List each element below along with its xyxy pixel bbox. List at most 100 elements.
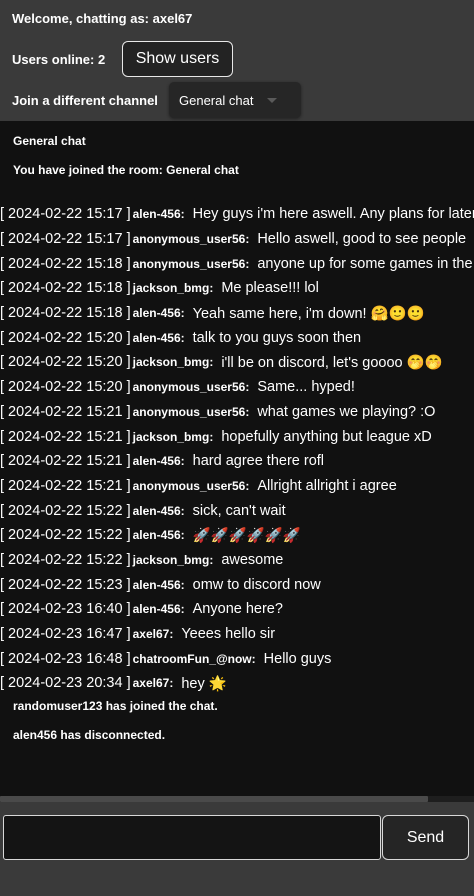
message-separator: :	[209, 281, 214, 296]
message-text: hey 🌟	[181, 675, 227, 692]
message-timestamp: [ 2024-02-22 15:23 ]	[0, 576, 131, 593]
message-row: [ 2024-02-22 15:17 ] alen-456: Hey guys i'…	[0, 202, 474, 227]
message-text: anyone up for some games in the	[257, 255, 473, 272]
message-input[interactable]	[3, 815, 381, 860]
message-timestamp: [ 2024-02-22 15:22 ]	[0, 527, 131, 544]
welcome-text: Welcome, chatting as: axel67	[12, 11, 193, 26]
message-timestamp: [ 2024-02-23 16:48 ]	[0, 650, 131, 667]
message-timestamp: [ 2024-02-22 15:20 ]	[0, 379, 131, 396]
chevron-down-icon	[267, 98, 277, 103]
message-timestamp: [ 2024-02-22 15:21 ]	[0, 403, 131, 420]
message-username: jackson_bmg	[132, 355, 210, 370]
message-row: [ 2024-02-22 15:20 ] alen-456: talk to you…	[0, 325, 474, 350]
message-username: alen-456	[132, 577, 181, 592]
message-row: [ 2024-02-22 15:22 ] jackson_bmg: awesome	[0, 548, 474, 573]
message-username: axel67	[132, 627, 170, 642]
message-row: [ 2024-02-22 15:21 ] anonymous_user56: All…	[0, 474, 474, 499]
message-separator: :	[180, 528, 185, 543]
message-row: [ 2024-02-22 15:20 ] jackson_bmg: i'll be …	[0, 350, 474, 375]
message-username: anonymous_user56	[132, 478, 246, 493]
message-username: jackson_bmg	[132, 429, 210, 444]
message-username: chatroomFun_@now	[132, 651, 252, 666]
message-text: talk to you guys soon then	[192, 329, 362, 346]
message-text: Hey guys i'm here aswell. Any plans for …	[192, 206, 474, 223]
message-username: alen-456	[132, 602, 181, 617]
message-row: [ 2024-02-22 15:22 ] alen-456: 🚀🚀🚀🚀🚀🚀	[0, 523, 474, 548]
message-row: [ 2024-02-22 15:22 ] alen-456: sick, can't…	[0, 498, 474, 523]
message-username: alen-456	[132, 207, 181, 222]
message-row: [ 2024-02-22 15:18 ] alen-456: Yeah same h…	[0, 301, 474, 326]
message-text: Hello guys	[263, 650, 332, 667]
send-button[interactable]: Send	[382, 815, 469, 860]
message-timestamp: [ 2024-02-22 15:22 ]	[0, 551, 131, 568]
joined-room-note: You have joined the room: General chat	[13, 163, 239, 177]
message-text: what games we playing? :O	[257, 403, 436, 420]
message-row: [ 2024-02-22 15:23 ] alen-456: omw to disc…	[0, 572, 474, 597]
message-timestamp: [ 2024-02-22 15:17 ]	[0, 206, 131, 223]
message-text: Hello aswell, good to see people	[257, 231, 467, 248]
message-username: alen-456	[132, 528, 181, 543]
message-timestamp: [ 2024-02-22 15:21 ]	[0, 477, 131, 494]
message-row: [ 2024-02-22 15:21 ] alen-456: hard agree …	[0, 449, 474, 474]
message-timestamp: [ 2024-02-23 20:34 ]	[0, 675, 131, 692]
message-separator: :	[251, 651, 256, 666]
message-separator: :	[245, 232, 250, 247]
message-text: Allright allright i agree	[257, 477, 397, 494]
message-timestamp: [ 2024-02-22 15:18 ]	[0, 255, 131, 272]
message-separator: :	[180, 306, 185, 321]
message-username: jackson_bmg	[132, 281, 210, 296]
users-online-row: Users online: 2 Show users	[12, 41, 472, 77]
message-separator: :	[209, 552, 214, 567]
message-separator: :	[209, 429, 214, 444]
message-timestamp: [ 2024-02-22 15:20 ]	[0, 354, 131, 371]
message-username: anonymous_user56	[132, 380, 246, 395]
message-row: [ 2024-02-23 16:48 ] chatroomFun_@now: Hel…	[0, 646, 474, 671]
system-note-disconnected: alen456 has disconnected.	[13, 728, 166, 742]
message-text: 🚀🚀🚀🚀🚀🚀	[192, 527, 301, 544]
message-username: anonymous_user56	[132, 256, 246, 271]
message-text: i'll be on discord, let's goooo 🤭🤭	[221, 354, 443, 371]
show-users-button[interactable]: Show users	[122, 41, 233, 77]
message-row: [ 2024-02-22 15:18 ] jackson_bmg: Me pleas…	[0, 276, 474, 301]
message-separator: :	[180, 454, 185, 469]
message-separator: :	[180, 602, 185, 617]
horizontal-scrollbar[interactable]	[0, 796, 474, 802]
message-text: hard agree there rofl	[192, 453, 325, 470]
message-row: [ 2024-02-22 15:21 ] jackson_bmg: hopefull…	[0, 424, 474, 449]
message-row: [ 2024-02-23 16:40 ] alen-456: Anyone here…	[0, 597, 474, 622]
message-text: omw to discord now	[192, 576, 321, 593]
channel-select[interactable]: General chat	[169, 82, 301, 118]
message-username: jackson_bmg	[132, 552, 210, 567]
users-online-count: Users online: 2	[12, 52, 106, 67]
message-separator: :	[169, 676, 174, 691]
message-text: hopefully anything but league xD	[221, 428, 432, 445]
message-separator: :	[180, 330, 185, 345]
message-timestamp: [ 2024-02-22 15:17 ]	[0, 231, 131, 248]
message-separator: :	[180, 503, 185, 518]
message-row: [ 2024-02-23 16:47 ] axel67: Yeees hello s…	[0, 622, 474, 647]
channel-label: Join a different channel	[12, 93, 158, 108]
system-note-joined: randomuser123 has joined the chat.	[13, 699, 218, 713]
chat-log[interactable]: General chat You have joined the room: G…	[0, 121, 474, 802]
message-username: alen-456	[132, 503, 181, 518]
message-timestamp: [ 2024-02-22 15:22 ]	[0, 502, 131, 519]
message-separator: :	[245, 256, 250, 271]
message-separator: :	[245, 404, 250, 419]
scrollbar-thumb[interactable]	[0, 796, 428, 802]
message-timestamp: [ 2024-02-22 15:21 ]	[0, 453, 131, 470]
message-text: Yeah same here, i'm down! 🤗🙂🙂	[192, 305, 425, 322]
chat-room-title: General chat	[13, 134, 86, 148]
message-list: [ 2024-02-22 15:17 ] alen-456: Hey guys i'…	[0, 202, 474, 696]
message-text: Yeees hello sir	[181, 626, 276, 643]
message-separator: :	[245, 478, 250, 493]
message-timestamp: [ 2024-02-23 16:40 ]	[0, 601, 131, 618]
message-separator: :	[245, 380, 250, 395]
message-username: alen-456	[132, 454, 181, 469]
message-row: [ 2024-02-22 15:17 ] anonymous_user56: Hel…	[0, 227, 474, 252]
message-username: axel67	[132, 676, 170, 691]
message-timestamp: [ 2024-02-23 16:47 ]	[0, 626, 131, 643]
message-text: Me please!!! lol	[221, 280, 319, 297]
message-text: sick, can't wait	[192, 502, 286, 519]
message-text: Anyone here?	[192, 601, 283, 618]
channel-select-value: General chat	[179, 92, 254, 108]
